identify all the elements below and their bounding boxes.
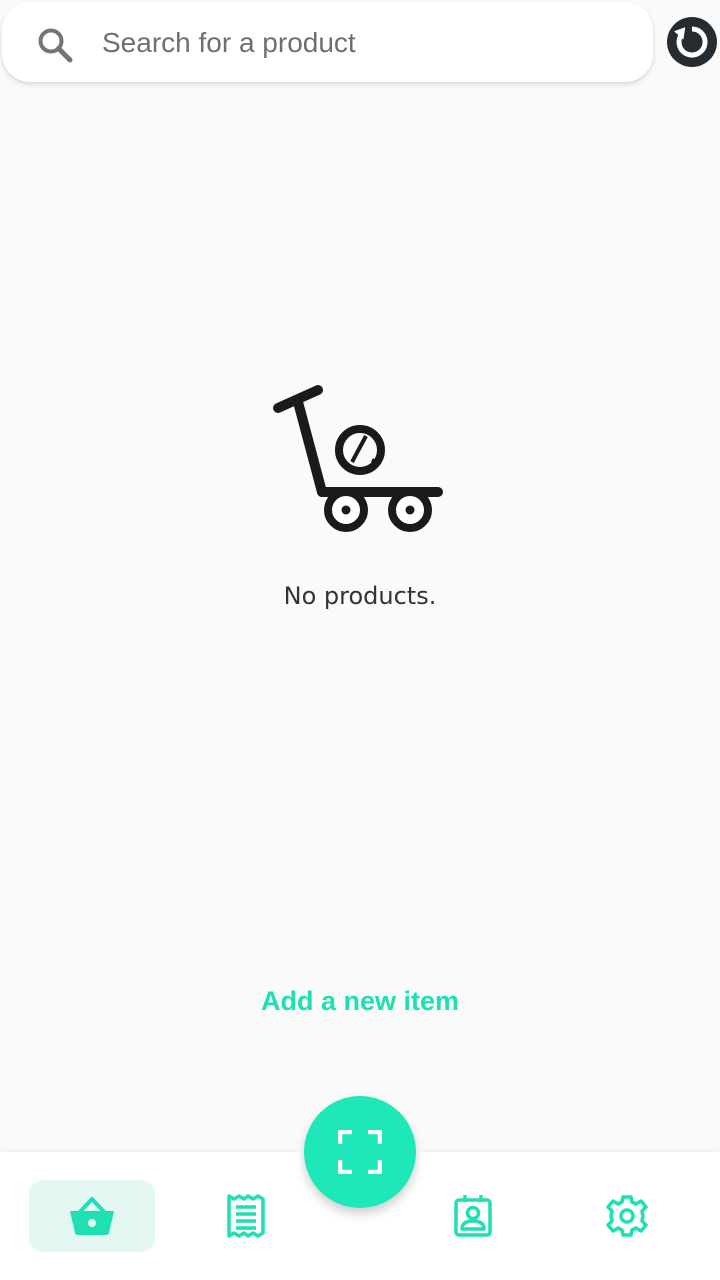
gear-icon [606,1195,648,1237]
nav-item-receipts[interactable] [183,1180,309,1252]
nav-item-contacts[interactable] [410,1180,536,1252]
search-bar[interactable] [2,2,653,82]
nav-item-basket[interactable] [29,1180,155,1252]
scan-button[interactable] [304,1096,416,1208]
refresh-icon [673,26,708,58]
basket-icon [70,1197,114,1235]
nav-item-settings[interactable] [564,1180,690,1252]
cart-trolley-icon [273,385,443,532]
contact-card-icon [454,1195,492,1237]
add-new-item-button[interactable]: Add a new item [0,986,720,1017]
scan-icon [338,1130,382,1174]
search-input[interactable] [102,20,622,66]
search-icon [38,28,73,63]
app-screen: No products. Add a new item [0,0,720,1280]
empty-state-message: No products. [283,582,437,610]
receipt-icon [227,1194,265,1238]
refresh-button[interactable] [667,17,717,67]
